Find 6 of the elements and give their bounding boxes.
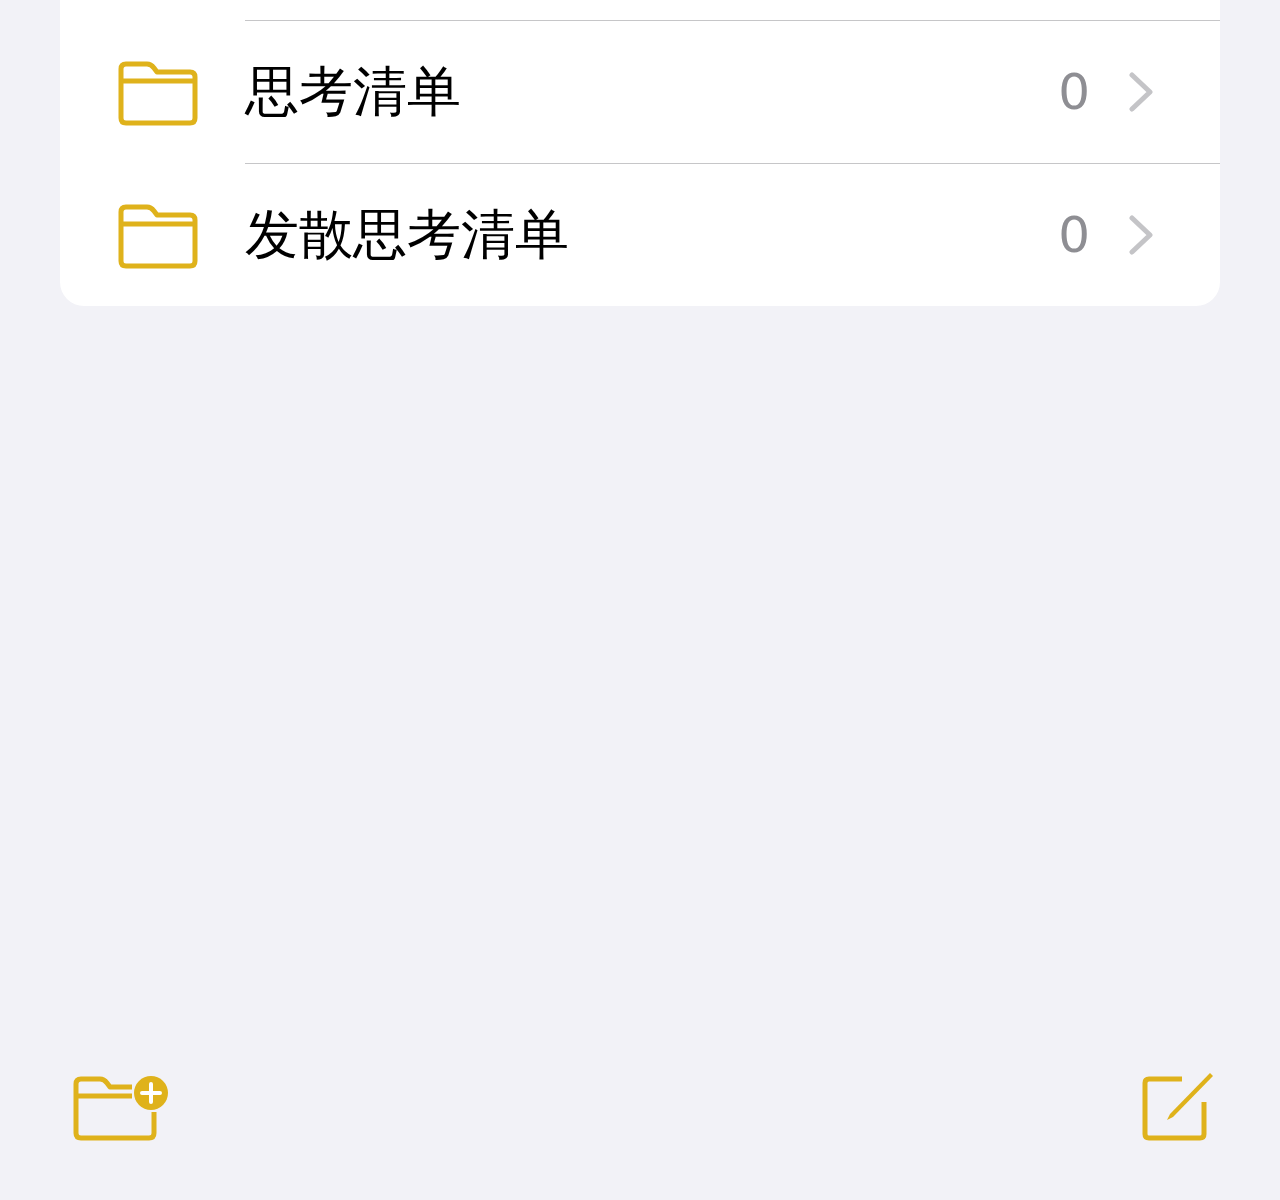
folder-name: 发散思考清单 — [245, 201, 570, 268]
folder-row[interactable]: 思考清单 0 — [60, 20, 1220, 163]
folder-row[interactable]: 发散思考清单 0 — [60, 163, 1220, 306]
folder-name: 思考清单 — [245, 58, 462, 125]
note-count: 0 — [1058, 63, 1090, 121]
note-count: 0 — [1058, 206, 1090, 264]
